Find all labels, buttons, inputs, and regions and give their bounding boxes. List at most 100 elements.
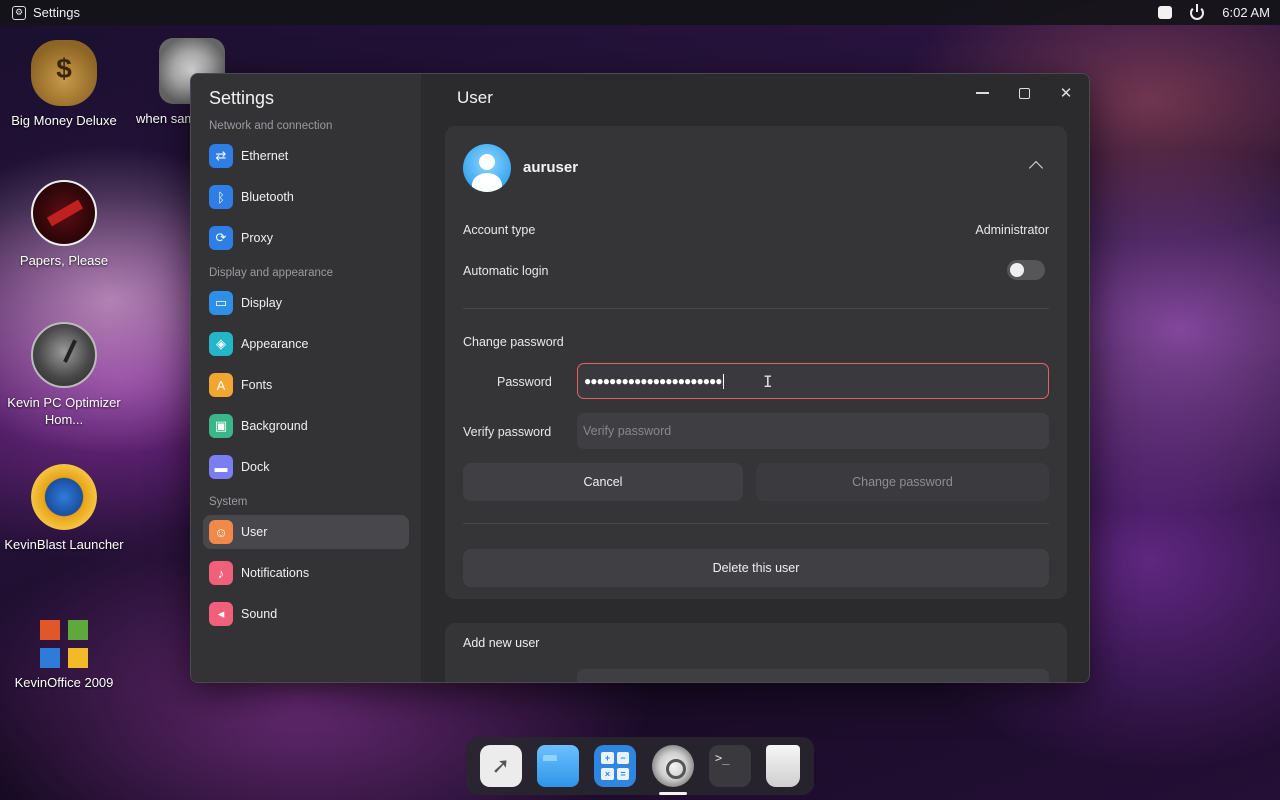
terminal-icon[interactable]: >_	[708, 745, 751, 787]
desktop-icon-kevinblast[interactable]: KevinBlast Launcher	[4, 464, 124, 553]
calc-key: +	[601, 752, 614, 765]
avatar[interactable]	[463, 144, 511, 192]
top-panel: ⚙ Settings 6:02 AM	[0, 0, 1280, 25]
divider	[463, 523, 1049, 524]
dock: ➚ + − × = >_	[466, 737, 814, 795]
sidebar-item-dock[interactable]: ▬ Dock	[203, 450, 409, 484]
cancel-button[interactable]: Cancel	[463, 463, 743, 501]
change-password-button[interactable]: Change password	[756, 463, 1049, 501]
sidebar: Settings Network and connection ⇄ Ethern…	[191, 74, 421, 682]
account-type-label: Account type	[463, 223, 536, 237]
active-app[interactable]: ⚙ Settings	[12, 5, 80, 20]
maximize-icon	[1018, 87, 1030, 99]
password-label: Password	[497, 375, 552, 389]
change-password-heading: Change password	[463, 335, 564, 349]
office-logo-icon	[40, 620, 88, 668]
monitor-icon: ▭	[209, 291, 233, 315]
launcher-rocket-icon[interactable]: ➚	[479, 745, 522, 787]
settings-window: Settings Network and connection ⇄ Ethern…	[190, 73, 1090, 683]
user-icon: ☺	[209, 520, 233, 544]
desktop-icon-label: Big Money Deluxe	[11, 113, 117, 128]
proxy-icon: ⟳	[209, 226, 233, 250]
sidebar-item-label: Notifications	[241, 566, 310, 580]
trash-icon[interactable]	[766, 745, 801, 787]
password-value: ●●●●●●●●●●●●●●●●●●●●●●	[584, 374, 722, 388]
sidebar-item-user[interactable]: ☺ User	[203, 515, 409, 549]
file-manager-folder-icon[interactable]	[536, 745, 579, 787]
delete-user-button[interactable]: Delete this user	[463, 549, 1049, 587]
settings-gear-icon[interactable]	[651, 745, 694, 795]
calc-key: −	[616, 752, 630, 765]
new-username-input[interactable]	[577, 669, 1049, 682]
sidebar-title: Settings	[209, 88, 275, 108]
auto-login-label: Automatic login	[463, 264, 549, 278]
verify-password-input[interactable]	[577, 413, 1049, 449]
sidebar-item-label: Dock	[241, 460, 270, 474]
starburst-icon	[31, 464, 97, 530]
bluetooth-icon: ᛒ	[209, 185, 233, 209]
gauge-icon	[31, 322, 97, 388]
desktop-icon-label: KevinBlast Launcher	[4, 537, 124, 552]
sidebar-item-label: Proxy	[241, 231, 273, 245]
account-type-value[interactable]: Administrator	[975, 223, 1049, 237]
close-button[interactable]: ✕	[1055, 82, 1077, 104]
sidebar-item-ethernet[interactable]: ⇄ Ethernet	[203, 139, 409, 173]
sidebar-item-notifications[interactable]: ♪ Notifications	[203, 556, 409, 590]
power-icon[interactable]	[1190, 3, 1205, 20]
calculator-icon[interactable]: + − × =	[594, 745, 637, 787]
add-user-heading: Add new user	[463, 636, 540, 650]
sidebar-item-appearance[interactable]: ◈ Appearance	[203, 327, 409, 361]
section-label-display: Display and appearance	[209, 267, 334, 279]
desktop-icon-kevin-pc-optimizer[interactable]: Kevin PC Optimizer Hom...	[4, 322, 124, 428]
desktop-icon-papers-please[interactable]: Papers, Please	[4, 180, 124, 269]
sidebar-item-background[interactable]: ▣ Background	[203, 409, 409, 443]
sidebar-item-label: Background	[241, 419, 308, 433]
maximize-button[interactable]	[1013, 82, 1035, 104]
divider	[463, 308, 1049, 309]
money-bag-icon	[31, 40, 97, 106]
running-indicator	[658, 792, 687, 795]
username: auruser	[523, 159, 579, 176]
sidebar-item-sound[interactable]: ◂ Sound	[203, 597, 409, 631]
image-icon: ▣	[209, 414, 233, 438]
sidebar-item-label: User	[241, 525, 268, 539]
sidebar-item-display[interactable]: ▭ Display	[203, 286, 409, 320]
sidebar-item-proxy[interactable]: ⟳ Proxy	[203, 221, 409, 255]
active-app-name: Settings	[33, 5, 80, 20]
papers-please-icon	[31, 180, 97, 246]
sidebar-item-bluetooth[interactable]: ᛒ Bluetooth	[203, 180, 409, 214]
sidebar-item-fonts[interactable]: A Fonts	[203, 368, 409, 402]
desktop-icon-big-money[interactable]: Big Money Deluxe	[4, 40, 124, 129]
bell-icon: ♪	[209, 561, 233, 585]
speaker-icon: ◂	[209, 602, 233, 626]
font-icon: A	[209, 373, 233, 397]
verify-password-label: Verify password	[463, 425, 552, 439]
sidebar-item-label: Fonts	[241, 378, 273, 392]
password-input[interactable]: ●●●●●●●●●●●●●●●●●●●●●●	[577, 363, 1049, 399]
calc-key: =	[616, 767, 630, 780]
clock[interactable]: 6:02 AM	[1222, 5, 1270, 20]
desktop-icon-label: Kevin PC Optimizer Hom...	[7, 395, 121, 427]
desktop-icon-kevinoffice[interactable]: KevinOffice 2009	[4, 612, 124, 691]
sidebar-item-label: Bluetooth	[241, 190, 294, 204]
auto-login-toggle[interactable]	[1007, 260, 1045, 280]
sidebar-item-label: Ethernet	[241, 149, 289, 163]
main-panel: User ✕ auruser Account type Administrato…	[421, 74, 1089, 682]
desktop-icon-label: Papers, Please	[19, 253, 109, 268]
layers-icon: ◈	[209, 332, 233, 356]
ibeam-cursor-icon: I	[763, 372, 773, 391]
calc-key: ×	[601, 767, 614, 780]
notification-icon[interactable]	[1158, 6, 1173, 19]
sidebar-item-label: Appearance	[241, 337, 309, 351]
chevron-up-icon[interactable]	[1028, 160, 1044, 176]
settings-app-icon: ⚙	[12, 5, 26, 20]
minimize-icon	[975, 92, 989, 94]
user-card: auruser Account type Administrator Autom…	[445, 126, 1067, 599]
sidebar-item-label: Display	[241, 296, 282, 310]
close-icon: ✕	[1059, 85, 1073, 102]
minimize-button[interactable]	[971, 82, 993, 104]
section-label-network: Network and connection	[209, 120, 333, 132]
ethernet-icon: ⇄	[209, 144, 233, 168]
page-title: User	[457, 88, 493, 107]
section-label-system: System	[209, 496, 248, 508]
